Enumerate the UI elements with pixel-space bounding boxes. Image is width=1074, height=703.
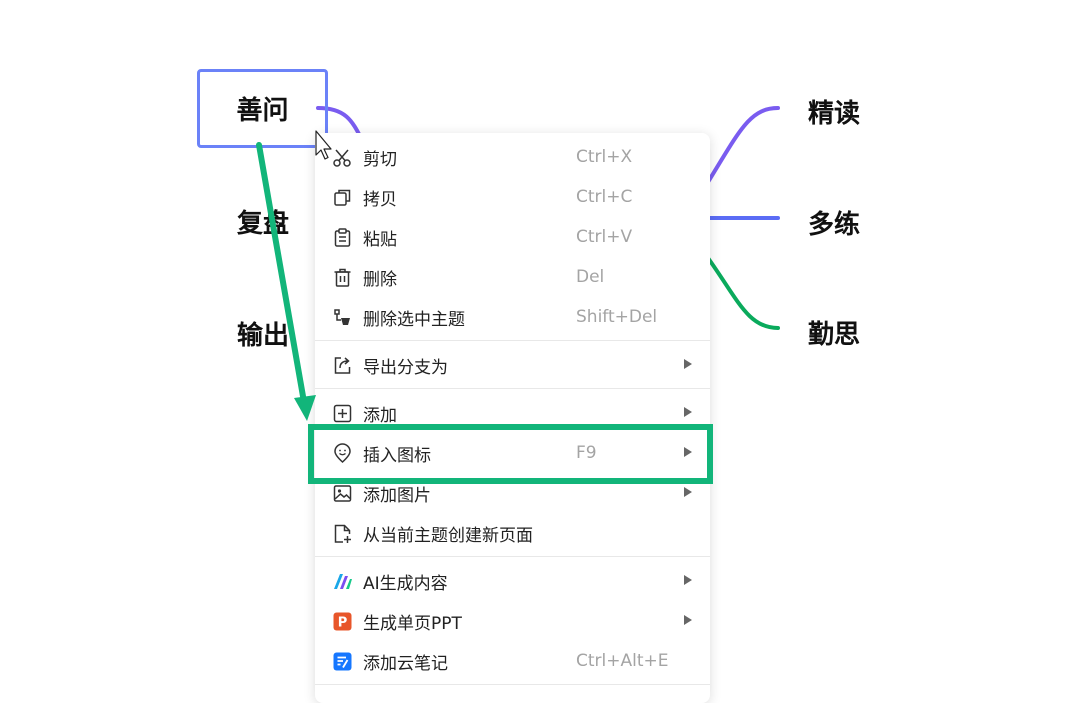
annotation-overlay <box>256 130 713 484</box>
annotation-arrow-head <box>294 395 316 421</box>
mouse-cursor-icon <box>315 130 332 160</box>
annotation-highlight-box <box>308 424 713 484</box>
annotation-arrow-line <box>256 142 307 405</box>
